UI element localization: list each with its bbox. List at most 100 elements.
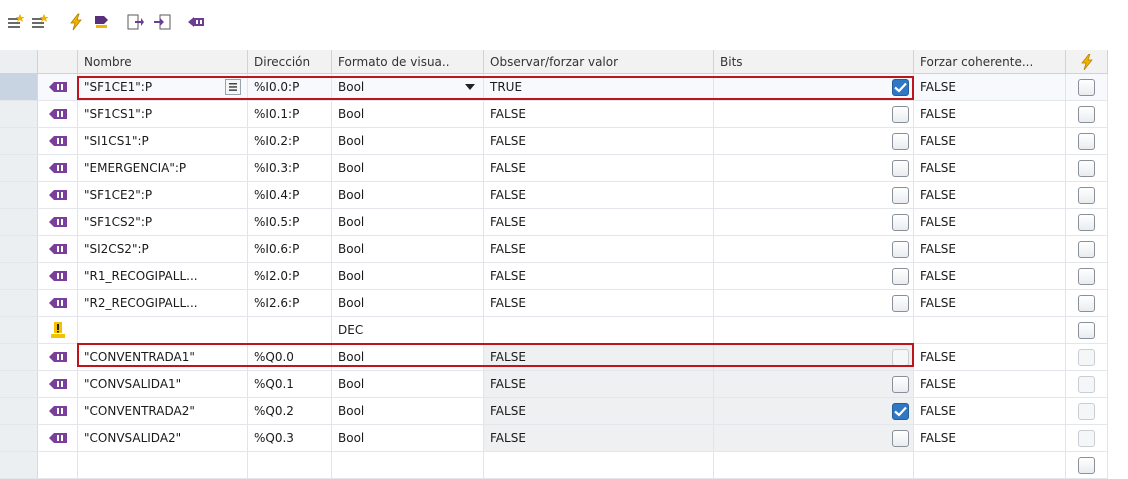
tag-name-cell[interactable]: "SI1CS1":P: [78, 128, 248, 154]
table-row[interactable]: "CONVSALIDA1" %Q0.1 Bool FALSE FALSE: [0, 371, 1108, 398]
bits-cell[interactable]: [714, 155, 914, 181]
row-selector[interactable]: [0, 317, 38, 343]
force-value-cell[interactable]: [914, 317, 1066, 343]
force-coherent-cell[interactable]: [1066, 425, 1108, 451]
bits-cell[interactable]: [714, 101, 914, 127]
force-value-cell[interactable]: FALSE: [914, 236, 1066, 262]
address-cell[interactable]: %Q0.1: [248, 371, 332, 397]
insert-row-icon[interactable]: [6, 12, 26, 32]
force-coherent-checkbox[interactable]: [1078, 240, 1095, 258]
address-cell[interactable]: %Q0.3: [248, 425, 332, 451]
table-row[interactable]: [0, 452, 1108, 479]
table-row[interactable]: "SF1CS2":P %I0.5:P Bool FALSE FALSE: [0, 209, 1108, 236]
monitor-value-cell[interactable]: FALSE: [484, 128, 714, 154]
tag-name-cell[interactable]: [78, 317, 248, 343]
table-row[interactable]: "SF1CS1":P %I0.1:P Bool FALSE FALSE: [0, 101, 1108, 128]
monitor-value-cell[interactable]: FALSE: [484, 236, 714, 262]
bit-checkbox[interactable]: [892, 187, 909, 204]
dropdown-arrow-icon[interactable]: [463, 81, 477, 93]
force-coherent-checkbox[interactable]: [1078, 429, 1095, 447]
force-coherent-checkbox[interactable]: [1078, 348, 1095, 366]
force-coherent-checkbox[interactable]: [1078, 294, 1095, 312]
tag-name-cell[interactable]: "R1_RECOGIPALL...: [78, 263, 248, 289]
row-selector[interactable]: [0, 236, 38, 262]
display-format-cell[interactable]: Bool: [332, 263, 484, 289]
export-icon[interactable]: [126, 12, 146, 32]
table-row[interactable]: "SF1CE1":P %I0.0:P Bool TRUE FALSE: [0, 74, 1108, 101]
table-row[interactable]: "SF1CE2":P %I0.4:P Bool FALSE FALSE: [0, 182, 1108, 209]
force-coherent-cell[interactable]: [1066, 263, 1108, 289]
tag-name-cell[interactable]: "SF1CS1":P: [78, 101, 248, 127]
row-selector[interactable]: [0, 101, 38, 127]
monitor-icon[interactable]: [186, 12, 206, 32]
force-value-cell[interactable]: FALSE: [914, 209, 1066, 235]
force-coherent-cell[interactable]: [1066, 290, 1108, 316]
monitor-value-cell[interactable]: FALSE: [484, 263, 714, 289]
display-format-cell[interactable]: DEC: [332, 317, 484, 343]
force-value-cell[interactable]: FALSE: [914, 398, 1066, 424]
tag-name-cell[interactable]: "CONVENTRADA1": [78, 344, 248, 370]
address-cell[interactable]: %I0.6:P: [248, 236, 332, 262]
force-value-cell[interactable]: FALSE: [914, 74, 1066, 100]
display-format-cell[interactable]: Bool: [332, 371, 484, 397]
display-format-cell[interactable]: Bool: [332, 182, 484, 208]
bit-checkbox[interactable]: [892, 106, 909, 123]
force-coherent-cell[interactable]: [1066, 236, 1108, 262]
tag-name-cell[interactable]: "CONVSALIDA2": [78, 425, 248, 451]
force-coherent-cell[interactable]: [1066, 371, 1108, 397]
force-coherent-checkbox[interactable]: [1078, 375, 1095, 393]
monitor-value-cell[interactable]: FALSE: [484, 155, 714, 181]
tag-name-cell[interactable]: "SF1CE1":P: [78, 74, 248, 100]
tag-name-cell[interactable]: "CONVSALIDA1": [78, 371, 248, 397]
display-format-cell[interactable]: Bool: [332, 236, 484, 262]
address-cell[interactable]: %I0.0:P: [248, 74, 332, 100]
monitor-value-cell[interactable]: [484, 452, 714, 478]
header-forzar[interactable]: Forzar coherente...: [914, 50, 1066, 73]
modify-icon[interactable]: [92, 12, 112, 32]
force-value-cell[interactable]: FALSE: [914, 290, 1066, 316]
header-bits[interactable]: Bits: [714, 50, 914, 73]
table-row[interactable]: "R1_RECOGIPALL... %I2.0:P Bool FALSE FALSE: [0, 263, 1108, 290]
address-cell[interactable]: %Q0.0: [248, 344, 332, 370]
bits-cell[interactable]: [714, 209, 914, 235]
row-selector[interactable]: [0, 398, 38, 424]
address-cell[interactable]: %I0.3:P: [248, 155, 332, 181]
force-coherent-cell[interactable]: [1066, 74, 1108, 100]
force-value-cell[interactable]: FALSE: [914, 371, 1066, 397]
monitor-value-cell[interactable]: FALSE: [484, 398, 714, 424]
lightning-icon[interactable]: [1066, 50, 1108, 73]
bits-cell[interactable]: [714, 344, 914, 370]
row-selector[interactable]: [0, 452, 38, 478]
display-format-cell[interactable]: Bool: [332, 155, 484, 181]
address-cell[interactable]: %I2.0:P: [248, 263, 332, 289]
display-format-cell[interactable]: Bool: [332, 290, 484, 316]
table-row[interactable]: "R2_RECOGIPALL... %I2.6:P Bool FALSE FALSE: [0, 290, 1108, 317]
table-row[interactable]: "CONVENTRADA2" %Q0.2 Bool FALSE FALSE: [0, 398, 1108, 425]
bits-cell[interactable]: [714, 425, 914, 451]
tag-name-cell[interactable]: "EMERGENCIA":P: [78, 155, 248, 181]
monitor-value-cell[interactable]: [484, 317, 714, 343]
force-coherent-checkbox[interactable]: [1078, 213, 1095, 231]
force-coherent-checkbox[interactable]: [1078, 78, 1095, 96]
force-coherent-cell[interactable]: [1066, 155, 1108, 181]
tag-name-cell[interactable]: "SF1CS2":P: [78, 209, 248, 235]
bit-checkbox[interactable]: [892, 403, 909, 420]
bit-checkbox[interactable]: [892, 79, 909, 96]
import-icon[interactable]: [152, 12, 172, 32]
bits-cell[interactable]: [714, 263, 914, 289]
bit-checkbox[interactable]: [892, 376, 909, 393]
monitor-value-cell[interactable]: FALSE: [484, 182, 714, 208]
bits-cell[interactable]: [714, 128, 914, 154]
force-value-cell[interactable]: FALSE: [914, 425, 1066, 451]
monitor-value-cell[interactable]: FALSE: [484, 371, 714, 397]
header-selector[interactable]: [0, 50, 38, 73]
display-format-cell[interactable]: Bool: [332, 209, 484, 235]
monitor-value-cell[interactable]: FALSE: [484, 344, 714, 370]
list-icon[interactable]: [225, 79, 241, 95]
display-format-cell[interactable]: Bool: [332, 74, 484, 100]
force-coherent-checkbox[interactable]: [1078, 402, 1095, 420]
address-cell[interactable]: %I0.5:P: [248, 209, 332, 235]
display-format-cell[interactable]: Bool: [332, 425, 484, 451]
bit-checkbox[interactable]: [892, 214, 909, 231]
address-cell[interactable]: %Q0.2: [248, 398, 332, 424]
